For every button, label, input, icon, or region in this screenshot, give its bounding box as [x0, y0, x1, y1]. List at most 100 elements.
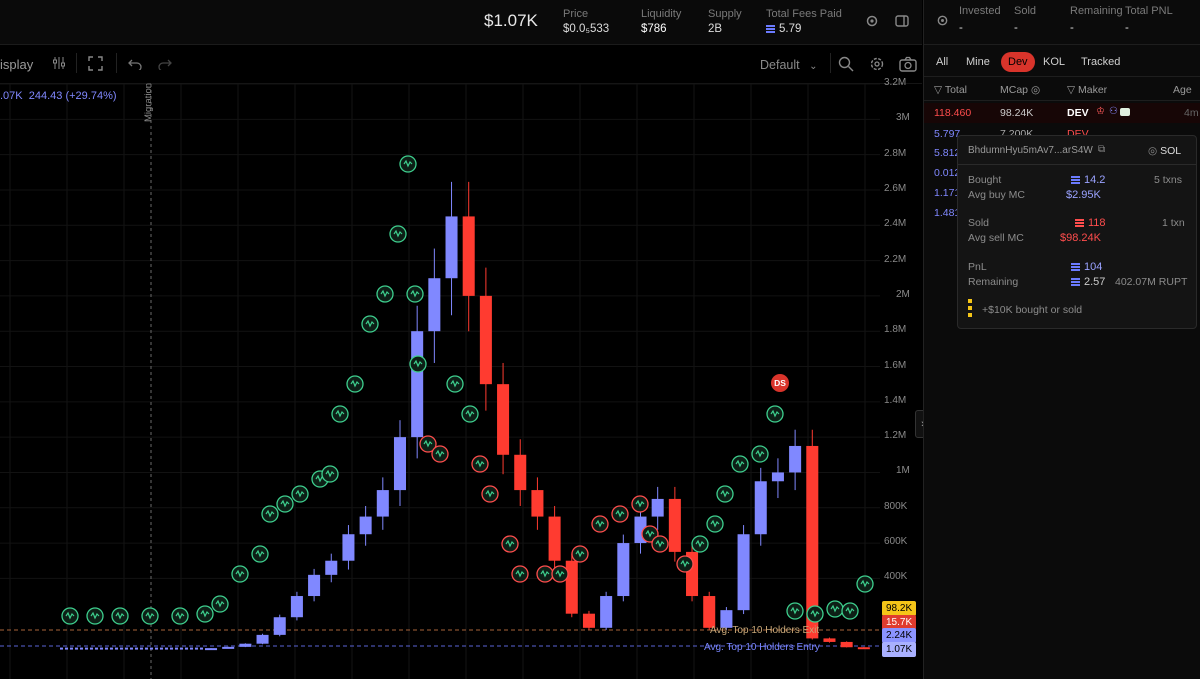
candle: [115, 647, 118, 650]
candle: [737, 534, 750, 611]
candle: [185, 647, 188, 650]
trade-marker-icon: [511, 565, 529, 583]
market-cap-value: $1.07K: [484, 11, 538, 30]
migration-label: Migration: [143, 82, 154, 122]
redo-icon[interactable]: [158, 57, 172, 75]
candle: [165, 647, 168, 650]
candle: [80, 647, 83, 650]
candle: [110, 647, 113, 650]
candle: [565, 560, 578, 614]
y-tick-label: 3M: [896, 112, 910, 124]
y-tick-label: 2.2M: [884, 253, 907, 265]
search-icon[interactable]: [838, 56, 854, 77]
candle: [95, 647, 98, 650]
maker-popup: BhdumnHyu5mAv7...arS4W ⧉ ◎ SOL Bought 14…: [957, 135, 1197, 329]
wallet-address[interactable]: BhdumnHyu5mAv7...arS4W: [968, 145, 1093, 156]
trade-marker-icon: [731, 455, 749, 473]
tab-dev[interactable]: Dev: [1001, 52, 1035, 72]
trade-marker-icon: [231, 565, 249, 583]
col-maker[interactable]: ▽ Maker: [1067, 84, 1107, 96]
layout-preset-select[interactable]: Default ⌄: [760, 58, 817, 72]
candle: [65, 647, 68, 650]
trade-marker-icon: [691, 535, 709, 553]
trade-marker-icon: [841, 602, 859, 620]
trade-marker-icon: [331, 405, 349, 423]
sol-circle-icon: ◎: [1148, 145, 1158, 157]
crown-icon: ♔: [1096, 106, 1105, 117]
trade-marker-icon: [211, 595, 229, 613]
copy-icon[interactable]: ⧉: [1098, 144, 1105, 155]
tab-mine[interactable]: Mine: [966, 56, 990, 68]
candle: [393, 437, 406, 491]
candle: [531, 490, 544, 517]
trade-marker-icon: [431, 445, 449, 463]
trade-marker-icon: [611, 505, 629, 523]
gear-icon[interactable]: [936, 14, 949, 32]
candle: [840, 641, 853, 648]
price-chart[interactable]: .07K 244.43 (+29.74%) Migration 3.2M 3M 2.…: [0, 77, 931, 679]
trade-marker-icon: [461, 405, 479, 423]
trade-marker-icon: [376, 285, 394, 303]
trade-marker-icon: [471, 455, 489, 473]
fullscreen-icon[interactable]: [88, 56, 103, 76]
price-tag-current: 1.07K: [882, 642, 917, 657]
tab-all[interactable]: All: [936, 56, 948, 68]
y-tick-label: 1.2M: [884, 430, 907, 442]
panel-icon[interactable]: [895, 14, 909, 28]
trade-marker-icon: [501, 535, 519, 553]
trade-marker-icon: [706, 515, 724, 533]
trades-panel: Invested - Sold - Remaining - Total PNL …: [923, 0, 1200, 679]
bought-txns: 5 txns: [1154, 174, 1183, 186]
settings-icon[interactable]: [869, 56, 885, 77]
trade-marker-icon: [389, 225, 407, 243]
candle: [376, 490, 389, 517]
avg-sell-value: $98.24K: [1060, 232, 1101, 244]
candle: [130, 647, 133, 650]
avg-buy-value: $2.95K: [1066, 189, 1101, 201]
undo-icon[interactable]: [128, 57, 142, 75]
price-tag-2k: 2.24K: [882, 628, 917, 643]
legend-swatch: [968, 299, 972, 319]
col-total[interactable]: ▽ Total: [934, 84, 967, 96]
tab-kol[interactable]: KOL: [1043, 56, 1065, 68]
trade-marker-icon: [481, 485, 499, 503]
display-button[interactable]: isplay: [0, 57, 33, 72]
chevron-down-icon: ⌄: [809, 61, 818, 72]
gear-icon[interactable]: [865, 14, 879, 28]
candle: [479, 295, 492, 385]
trade-marker-icon: [651, 535, 669, 553]
candle: [70, 647, 73, 650]
candle: [789, 445, 802, 473]
table-row[interactable]: 118.460 98.24K DEV ♔ ⚇ 4m: [924, 103, 1200, 123]
col-age[interactable]: Age: [1173, 84, 1192, 96]
candle: [617, 543, 630, 597]
candle: [205, 648, 218, 651]
camera-icon[interactable]: [899, 56, 917, 77]
candle: [668, 498, 681, 552]
trade-marker-icon: [551, 565, 569, 583]
solana-icon: [766, 24, 775, 33]
candle: [445, 216, 458, 279]
dev-sell-marker[interactable]: DS: [771, 374, 789, 392]
price-tag-98k: 98.2K: [882, 601, 917, 616]
candle: [600, 596, 613, 628]
col-mcap[interactable]: MCap ◎: [1000, 84, 1040, 96]
trade-marker-icon: [361, 315, 379, 333]
stats-bar: $1.07K Price $0.0₅533 Liquidity $786 Sup…: [0, 0, 922, 45]
indicators-icon[interactable]: [52, 56, 66, 75]
candle: [497, 384, 510, 455]
candle: [90, 647, 93, 650]
tab-tracked[interactable]: Tracked: [1081, 56, 1120, 68]
candle: [140, 647, 143, 650]
trade-marker-icon: [856, 575, 874, 593]
trade-marker-icon: [631, 495, 649, 513]
trade-marker-icon: [346, 375, 364, 393]
trade-marker-icon: [446, 375, 464, 393]
candle: [857, 647, 870, 650]
trade-marker-icon: [141, 607, 159, 625]
filter-icon: ▽: [1067, 84, 1076, 96]
candle: [548, 516, 561, 561]
candle: [125, 647, 128, 650]
trade-marker-icon: [276, 495, 294, 513]
candle: [195, 647, 198, 650]
